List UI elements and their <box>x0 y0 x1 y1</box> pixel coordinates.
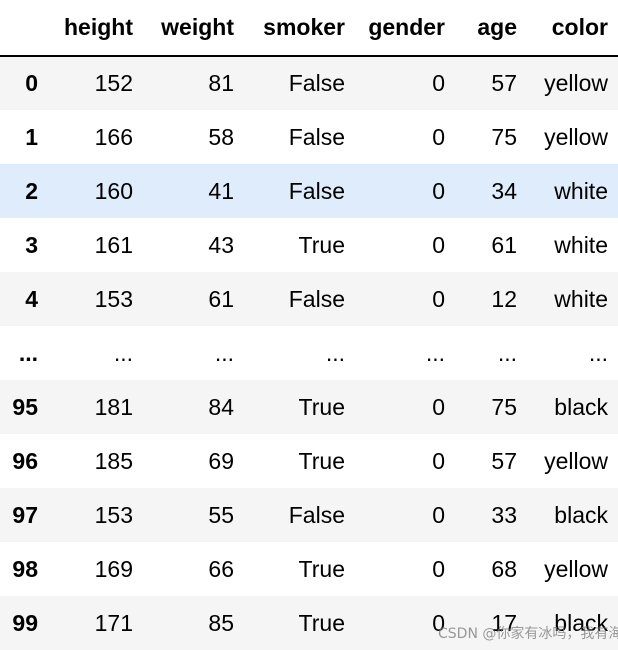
cell-gender: 0 <box>432 501 445 528</box>
cell-smoker: False <box>288 70 345 96</box>
watermark: CSDN @你家有冰吗，我有海 <box>438 626 618 642</box>
column-header-height: height <box>58 0 143 57</box>
cell-smoker: False <box>288 285 345 312</box>
dataframe-table: height weight smoker gender age color 0 152 81 F… <box>0 0 618 650</box>
cell-weight: 55 <box>208 501 234 528</box>
cell-color: white <box>554 285 608 312</box>
table-header: height weight smoker gender age color <box>0 0 618 57</box>
cell-weight: 61 <box>208 285 234 312</box>
row-index: 4 <box>25 285 38 312</box>
table-row: 3 161 43 True 0 61 white <box>0 218 618 272</box>
header-row: height weight smoker gender age color <box>0 0 618 57</box>
cell-color: black <box>554 393 608 420</box>
row-index: 0 <box>25 70 38 96</box>
cell-height: 153 <box>94 285 133 312</box>
cell-age: 12 <box>491 285 517 312</box>
row-index: 3 <box>25 231 38 258</box>
table-row: 95 181 84 True 0 75 black <box>0 380 618 434</box>
column-header-age: age <box>455 0 527 57</box>
cell-age: 57 <box>491 70 517 96</box>
table-row: ..................... <box>0 326 618 380</box>
table-row: 97 153 55 False 0 33 black <box>0 488 618 542</box>
table-row: 1 166 58 False 0 75 yellow <box>0 110 618 164</box>
cell-weight: 81 <box>208 70 234 96</box>
cell-gender: ... <box>425 339 445 366</box>
cell-height: ... <box>113 339 133 366</box>
cell-age: 33 <box>491 501 517 528</box>
table-row: 0 152 81 False 0 57 yellow <box>0 56 618 110</box>
cell-smoker: True <box>298 393 345 420</box>
cell-age: 75 <box>491 393 517 420</box>
column-header-color: color <box>527 0 618 57</box>
cell-height: 181 <box>94 393 133 420</box>
row-index: 96 <box>12 447 38 474</box>
row-index: 99 <box>12 609 38 636</box>
row-index: 97 <box>12 501 38 528</box>
cell-gender: 0 <box>432 447 445 474</box>
cell-age: 61 <box>491 231 517 258</box>
cell-color: yellow <box>544 70 608 96</box>
cell-age: 34 <box>491 177 517 204</box>
cell-smoker: True <box>298 555 345 582</box>
column-header-weight: weight <box>143 0 244 57</box>
cell-smoker: ... <box>325 339 345 366</box>
cell-smoker: False <box>288 177 345 204</box>
column-header-smoker: smoker <box>244 0 355 57</box>
cell-smoker: False <box>288 501 345 528</box>
cell-color: black <box>554 501 608 528</box>
cell-height: 152 <box>94 70 133 96</box>
cell-weight: 58 <box>208 123 234 150</box>
cell-height: 160 <box>94 177 133 204</box>
cell-age: 57 <box>491 447 517 474</box>
row-index: 95 <box>12 393 38 420</box>
cell-color: yellow <box>544 123 608 150</box>
table-row: 2 160 41 False 0 34 white <box>0 164 618 218</box>
row-index: 98 <box>12 555 38 582</box>
cell-height: 169 <box>94 555 133 582</box>
cell-smoker: True <box>298 231 345 258</box>
table-row: 96 185 69 True 0 57 yellow <box>0 434 618 488</box>
cell-color: white <box>554 177 608 204</box>
column-header-gender: gender <box>355 0 455 57</box>
cell-age: ... <box>497 339 517 366</box>
cell-color: yellow <box>544 555 608 582</box>
row-index: 1 <box>25 123 38 150</box>
table-row: 98 169 66 True 0 68 yellow <box>0 542 618 596</box>
cell-age: 68 <box>491 555 517 582</box>
cell-gender: 0 <box>432 231 445 258</box>
cell-color: yellow <box>544 447 608 474</box>
cell-smoker: True <box>298 447 345 474</box>
cell-gender: 0 <box>432 555 445 582</box>
cell-weight: 84 <box>208 393 234 420</box>
row-index: 2 <box>25 177 38 204</box>
cell-height: 171 <box>94 609 133 636</box>
cell-age: 75 <box>491 123 517 150</box>
index-header <box>0 0 58 57</box>
cell-gender: 0 <box>432 177 445 204</box>
cell-weight: ... <box>214 339 234 366</box>
cell-color: ... <box>588 339 608 366</box>
cell-smoker: True <box>298 609 345 636</box>
cell-height: 161 <box>94 231 133 258</box>
cell-gender: 0 <box>432 285 445 312</box>
cell-weight: 69 <box>208 447 234 474</box>
cell-weight: 66 <box>208 555 234 582</box>
table-body: 0 152 81 False 0 57 yellow 1 166 58 False 0 75 yellow… <box>0 56 618 650</box>
cell-height: 185 <box>94 447 133 474</box>
cell-color: white <box>554 231 608 258</box>
cell-gender: 0 <box>432 123 445 150</box>
cell-weight: 41 <box>208 177 234 204</box>
cell-gender: 0 <box>432 393 445 420</box>
table-row: 4 153 61 False 0 12 white <box>0 272 618 326</box>
row-index: ... <box>18 339 38 366</box>
cell-height: 166 <box>94 123 133 150</box>
cell-height: 153 <box>94 501 133 528</box>
cell-weight: 85 <box>208 609 234 636</box>
cell-smoker: False <box>288 123 345 150</box>
cell-gender: 0 <box>432 70 445 96</box>
cell-weight: 43 <box>208 231 234 258</box>
